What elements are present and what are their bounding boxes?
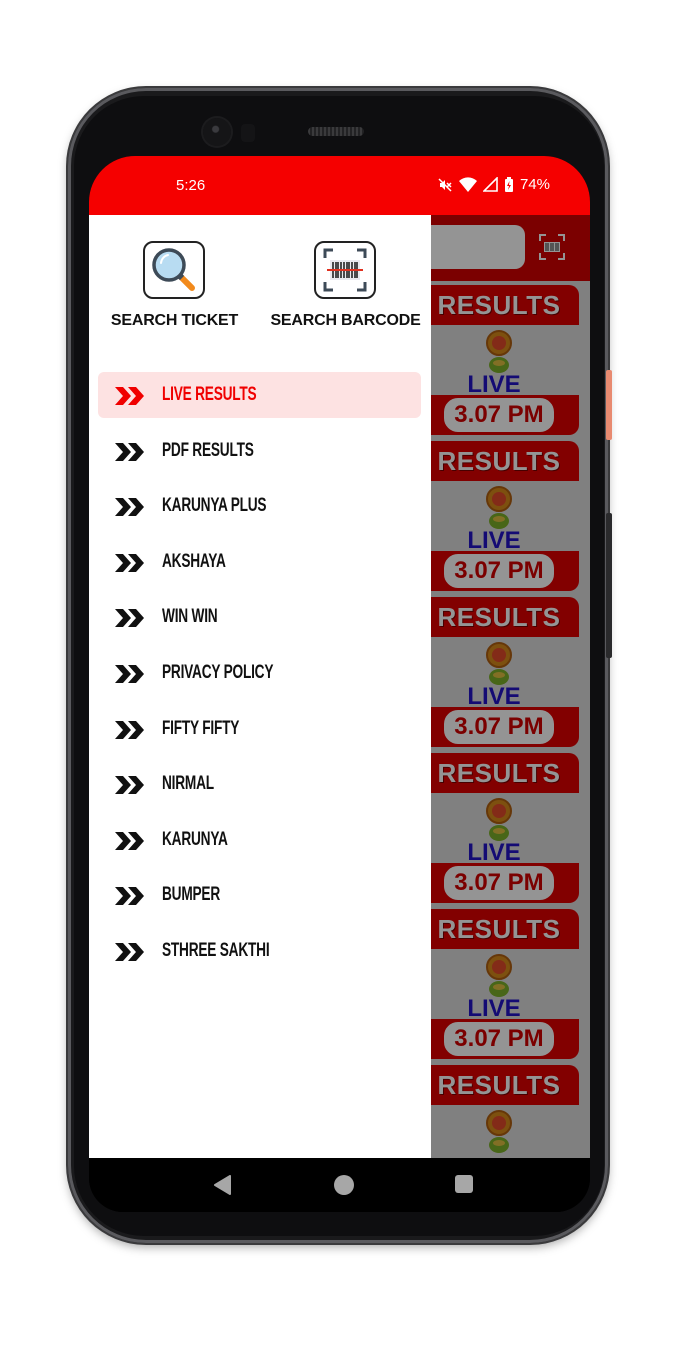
menu-item-label: PDF RESULTS bbox=[162, 439, 254, 461]
menu-item-privacy-policy[interactable]: PRIVACY POLICY bbox=[98, 650, 421, 696]
home-button[interactable] bbox=[334, 1175, 354, 1195]
double-chevron-icon bbox=[115, 720, 144, 739]
magnifier-icon bbox=[143, 241, 205, 299]
earpiece-speaker bbox=[308, 127, 364, 136]
menu-item-label: WIN WIN bbox=[162, 606, 218, 628]
menu-item-label: NIRMAL bbox=[162, 773, 214, 795]
signal-icon bbox=[482, 177, 498, 192]
double-chevron-icon bbox=[115, 387, 144, 405]
menu-item-label: AKSHAYA bbox=[162, 550, 226, 572]
proximity-sensor bbox=[241, 124, 255, 142]
back-icon bbox=[214, 1175, 231, 1195]
navigation-drawer: SEARCH TICKET SEARCH BARCODE LIVE RESULT… bbox=[89, 215, 431, 1158]
device-screen: 5:26 74% RESULTS LIVE 3.07 PM RESULTS LI… bbox=[89, 156, 590, 1212]
double-chevron-icon bbox=[115, 831, 144, 850]
status-time: 5:26 bbox=[176, 177, 206, 194]
menu-item-label: PRIVACY POLICY bbox=[162, 661, 274, 683]
menu-item-label: BUMPER bbox=[162, 884, 220, 906]
search-barcode-label: SEARCH BARCODE bbox=[270, 312, 421, 329]
menu-item-label: KARUNYA bbox=[162, 828, 228, 850]
double-chevron-icon bbox=[115, 887, 144, 906]
front-camera-icon bbox=[203, 118, 231, 146]
menu-item-bumper[interactable]: BUMPER bbox=[98, 872, 421, 918]
menu-item-win-win[interactable]: WIN WIN bbox=[98, 594, 421, 640]
menu-item-live-results[interactable]: LIVE RESULTS bbox=[98, 372, 421, 418]
back-button[interactable] bbox=[213, 1175, 233, 1195]
status-icons: 74% bbox=[437, 176, 550, 193]
menu-item-label: STHREE SAKTHI bbox=[162, 939, 270, 961]
drawer-menu: LIVE RESULTS PDF RESULTS KARUNYA PLUS AKSHA… bbox=[98, 372, 421, 984]
barcode-scan-icon bbox=[314, 241, 376, 299]
system-nav-bar bbox=[89, 1158, 590, 1212]
volume-button bbox=[606, 513, 612, 658]
double-chevron-icon bbox=[115, 664, 144, 683]
double-chevron-icon bbox=[115, 553, 144, 572]
menu-item-karunya-plus[interactable]: KARUNYA PLUS bbox=[98, 483, 421, 529]
double-chevron-icon bbox=[115, 609, 144, 628]
menu-item-karunya[interactable]: KARUNYA bbox=[98, 817, 421, 863]
double-chevron-icon bbox=[115, 942, 144, 961]
double-chevron-icon bbox=[115, 498, 144, 517]
power-button bbox=[606, 370, 612, 440]
search-ticket-button[interactable]: SEARCH TICKET bbox=[89, 215, 260, 345]
menu-item-label: FIFTY FIFTY bbox=[162, 717, 240, 739]
menu-item-label: LIVE RESULTS bbox=[162, 384, 257, 405]
mute-icon bbox=[437, 177, 453, 193]
menu-item-sthree-sakthi[interactable]: STHREE SAKTHI bbox=[98, 928, 421, 974]
double-chevron-icon bbox=[115, 776, 144, 795]
menu-item-nirmal[interactable]: NIRMAL bbox=[98, 761, 421, 807]
battery-charging-icon bbox=[504, 176, 514, 193]
search-barcode-button[interactable]: SEARCH BARCODE bbox=[260, 215, 431, 345]
menu-item-fifty-fifty[interactable]: FIFTY FIFTY bbox=[98, 706, 421, 752]
double-chevron-icon bbox=[115, 442, 144, 461]
menu-item-label: KARUNYA PLUS bbox=[162, 495, 267, 517]
menu-item-akshaya[interactable]: AKSHAYA bbox=[98, 539, 421, 585]
search-ticket-label: SEARCH TICKET bbox=[110, 312, 239, 329]
recents-button[interactable] bbox=[455, 1175, 473, 1193]
menu-item-pdf-results[interactable]: PDF RESULTS bbox=[98, 428, 421, 474]
status-bar: 5:26 74% bbox=[89, 156, 590, 215]
battery-percentage: 74% bbox=[519, 176, 550, 193]
wifi-icon bbox=[458, 177, 477, 192]
